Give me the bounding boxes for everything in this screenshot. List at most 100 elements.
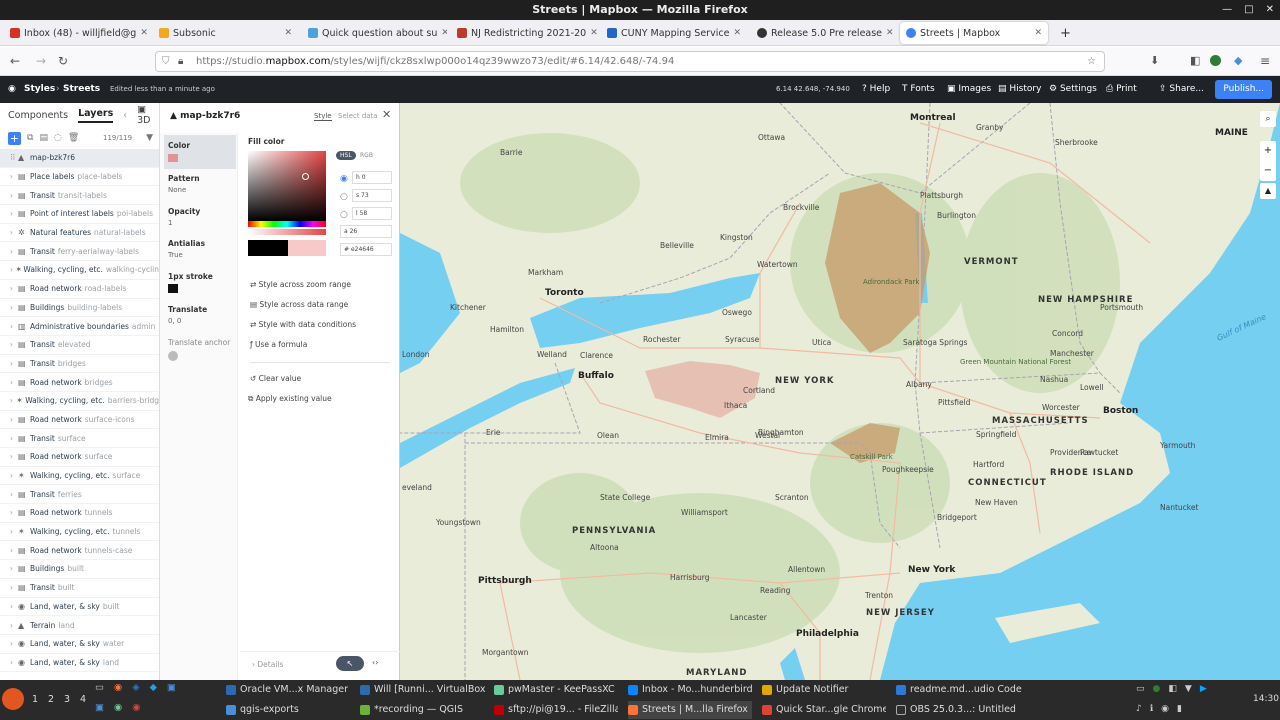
l-input[interactable]: l 58 [352,207,392,220]
expand-chevron-icon[interactable]: › [10,172,18,181]
settings-button[interactable]: ⚙ Settings [1049,76,1097,103]
info-icon[interactable]: ℹ [1150,704,1153,714]
expand-chevron-icon[interactable]: › [10,359,18,368]
layer-row[interactable]: › ✶ Walking, cycling, etc. tunnels [0,523,159,542]
task-virtualbox-manager[interactable]: Oracle VM...x Manager [226,681,352,699]
task-update-notifier[interactable]: Update Notifier [762,681,886,699]
prop-pattern[interactable]: Pattern [168,174,200,183]
layer-row[interactable]: › ▤ Transit surface [0,429,159,448]
window-icon[interactable]: ▣ [95,702,104,713]
help-button[interactable]: ? Help [862,76,890,103]
task-chrome[interactable]: Quick Star...gle Chrome [762,701,886,719]
expand-chevron-icon[interactable]: › [10,191,18,200]
layer-row[interactable]: › ▤ Road network surface [0,448,159,467]
layer-row[interactable]: › ▤ Road network surface-icons [0,411,159,430]
layer-row[interactable]: › ▤ Road network road-labels [0,280,159,299]
h-input[interactable]: h 0 [352,171,392,184]
tab-style[interactable]: Style [314,112,332,121]
tray-arrow-icon[interactable]: ▼ [1185,684,1192,694]
close-tab-icon[interactable]: ✕ [733,28,741,38]
reload-icon[interactable]: ↻ [58,54,68,68]
prop-stroke[interactable]: 1px stroke [168,272,213,281]
prop-color[interactable]: Color [168,141,190,150]
group-icon[interactable]: ▤ [39,133,48,143]
delete-icon[interactable]: 🗑︎ [68,133,79,143]
prop-translate[interactable]: Translate [168,305,207,314]
color-picker-handle[interactable] [302,173,309,180]
task-filezilla[interactable]: sftp://pi@19... - FileZilla [494,701,618,719]
expand-chevron-icon[interactable]: › [10,564,18,573]
vscode-icon[interactable]: ◈ [132,682,139,693]
close-editor-icon[interactable]: ✕ [382,108,391,121]
tab-layers[interactable]: Layers [78,108,114,123]
s-input[interactable]: s 73 [352,189,392,202]
close-tab-icon[interactable]: ✕ [590,28,597,38]
duplicate-icon[interactable]: ⧉ [27,133,33,143]
menu-icon[interactable]: ≡ [1260,54,1270,68]
close-tab-icon[interactable]: ✕ [284,28,292,38]
layer-row[interactable]: › ◉ Land, water, & sky water [0,635,159,654]
layer-row[interactable]: › ✶ Walking, cycling, etc. barriers-bridg [0,392,159,411]
close-tab-icon[interactable]: ✕ [886,28,894,38]
close-tab-icon[interactable]: ✕ [441,28,447,38]
layer-row[interactable]: › ▤ Transit ferry-aerialway-labels [0,242,159,262]
back-icon[interactable]: ← [10,54,20,68]
rgb-toggle[interactable]: RGB [360,152,373,159]
expand-chevron-icon[interactable]: › [10,602,18,611]
task-obs[interactable]: OBS 25.0.3...: Untitled [896,701,1022,719]
share-button[interactable]: ⇪ Share... [1159,76,1204,103]
workspace-2[interactable]: 2 [48,694,54,705]
tab-nj-redistricting[interactable]: NJ Redistricting 2021-20 ✕ [451,22,597,44]
layer-row[interactable]: › ✲ Natural features natural-labels [0,224,159,243]
chrome-icon[interactable]: ◉ [132,702,140,713]
expand-chevron-icon[interactable]: › [10,209,18,218]
styles-link[interactable]: Styles [24,76,55,103]
alpha-slider[interactable] [248,229,326,235]
expand-chevron-icon[interactable]: › [10,471,18,480]
expand-chevron-icon[interactable]: › [10,452,18,461]
expand-chevron-icon[interactable]: › [10,415,18,424]
zoom-range-option[interactable]: ⇄ Style across zoom range [250,280,351,289]
pocket-icon[interactable]: ⬇ [1150,54,1159,67]
battery-icon[interactable]: ▮ [1177,704,1182,714]
files-icon[interactable]: ▭ [95,682,104,693]
minimize-icon[interactable]: — [1222,0,1232,20]
layer-row[interactable]: › ✶ Walking, cycling, etc. walking-cyclin [0,261,159,280]
expand-chevron-icon[interactable]: › [10,284,18,293]
forward-icon[interactable]: → [36,54,46,68]
tab-release[interactable]: Release 5.0 Pre release ✕ [751,22,897,44]
layer-row[interactable]: › ▤ Transit bridges [0,355,159,374]
layer-row[interactable]: › ▤ Road network tunnels-case [0,541,159,561]
extension-green-icon[interactable] [1210,55,1221,66]
network-icon[interactable]: ◉ [1161,704,1169,714]
map-canvas[interactable]: Ottawa Montreal MAINE Toronto Kingston Buffal… [400,103,1280,680]
start-menu-icon[interactable] [2,688,24,710]
tab-3d[interactable]: ▣ 3D [137,104,159,126]
layer-row[interactable]: › ▤ Transit elevated [0,336,159,355]
tab-subsonic[interactable]: Subsonic ✕ [153,22,298,44]
expand-chevron-icon[interactable]: › [10,508,18,517]
task-thunderbird[interactable]: Inbox - Mo...hunderbird [628,681,752,699]
print-button[interactable]: ⎙ Print [1106,76,1137,103]
prop-opacity[interactable]: Opacity [168,207,200,216]
data-conditions-option[interactable]: ⇄ Style with data conditions [250,320,356,329]
expand-chevron-icon[interactable]: › [10,639,18,648]
compass-icon[interactable]: ▲ [1260,183,1276,199]
tab-cuny[interactable]: CUNY Mapping Service ✕ [601,22,747,44]
layer-row[interactable]: › ▤ Road network tunnels [0,504,159,523]
expand-chevron-icon[interactable]: › [10,490,18,499]
tray-screen-icon[interactable]: ▭ [1136,684,1145,694]
formula-option[interactable]: ƒ Use a formula [250,340,307,349]
cursor-mode-button[interactable]: ↖ [336,656,364,671]
workspace-4[interactable]: 4 [80,694,86,705]
tab-select-data[interactable]: Select data [338,112,378,120]
extension-blue-icon[interactable]: ◆ [1234,54,1242,67]
url-bar[interactable]: ⛉ 🔒︎ https://studio.mapbox.com/styles/wi… [155,51,1105,72]
hue-slider[interactable] [248,221,326,227]
fonts-button[interactable]: T Fonts [902,76,935,103]
layer-row[interactable]: › ▤ Transit built [0,579,159,598]
radio-h[interactable]: ◉ [340,174,348,184]
panel-chevron-icon[interactable]: ‹ [123,110,127,121]
map-search-icon[interactable]: ⌕ [1260,111,1276,127]
workspace-1[interactable]: 1 [32,694,38,705]
